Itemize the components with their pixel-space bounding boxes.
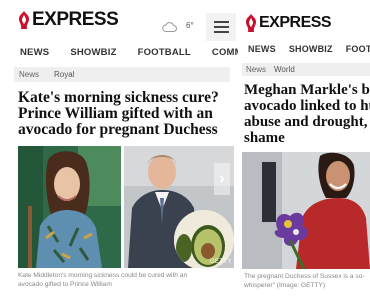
kate-illustration: [18, 146, 121, 268]
breadcrumb-royal[interactable]: Royal: [54, 70, 74, 79]
hamburger-menu-button[interactable]: [206, 13, 236, 41]
article-screen-kate: EXPRESS 6° NEWS SHOWBIZ FOOTBALL COMMENT…: [0, 0, 238, 297]
nav-football[interactable]: FOOTB: [346, 44, 370, 58]
crest-icon: [246, 14, 256, 32]
image-caption: Kate Middleton's morning sickness could …: [18, 272, 188, 288]
nav-news[interactable]: NEWS: [20, 47, 49, 63]
article-headline[interactable]: Kate's morning sickness cure? Prince Wil…: [18, 90, 219, 138]
nav-football[interactable]: FOOTBALL: [138, 47, 191, 63]
section-nav: NEWS SHOWBIZ FOOTB: [242, 44, 370, 58]
cloud-icon: [162, 22, 177, 32]
breadcrumb-news[interactable]: News: [19, 70, 39, 79]
breadcrumb: News Royal: [14, 67, 230, 82]
nav-showbiz[interactable]: SHOWBIZ: [289, 44, 333, 58]
logo-text: EXPRESS: [32, 9, 119, 30]
breadcrumb-news[interactable]: News: [246, 65, 266, 74]
menu-bar: [213, 31, 229, 33]
breadcrumb: News World: [242, 63, 370, 76]
photo-credit: GETTY: [210, 259, 232, 265]
crest-icon: [19, 11, 29, 29]
site-header: EXPRESS: [242, 0, 370, 38]
express-logo[interactable]: EXPRESS: [18, 9, 119, 31]
meghan-photo[interactable]: [242, 152, 370, 269]
menu-bar: [213, 26, 229, 28]
nav-showbiz[interactable]: SHOWBIZ: [70, 47, 116, 63]
site-header: EXPRESS 6°: [0, 0, 238, 41]
section-nav: NEWS SHOWBIZ FOOTBALL COMMENT: [0, 47, 238, 63]
kate-photo[interactable]: [18, 146, 121, 268]
nav-comment[interactable]: COMMENT: [212, 47, 238, 63]
image-caption: The pregnant Duchess of Sussex is a so- …: [244, 273, 365, 289]
breadcrumb-world[interactable]: World: [274, 65, 295, 74]
article-headline[interactable]: Meghan Markle's bel avocado linked to hu…: [244, 82, 370, 146]
chevron-right-icon[interactable]: ›: [214, 163, 230, 195]
article-screen-meghan: EXPRESS NEWS SHOWBIZ FOOTB News World Me…: [242, 0, 370, 297]
meghan-illustration: [242, 152, 370, 269]
nav-news[interactable]: NEWS: [248, 44, 276, 58]
express-logo[interactable]: EXPRESS: [245, 14, 332, 32]
menu-bar: [213, 21, 229, 23]
temperature: 6°: [186, 21, 194, 30]
logo-text: EXPRESS: [259, 14, 332, 31]
